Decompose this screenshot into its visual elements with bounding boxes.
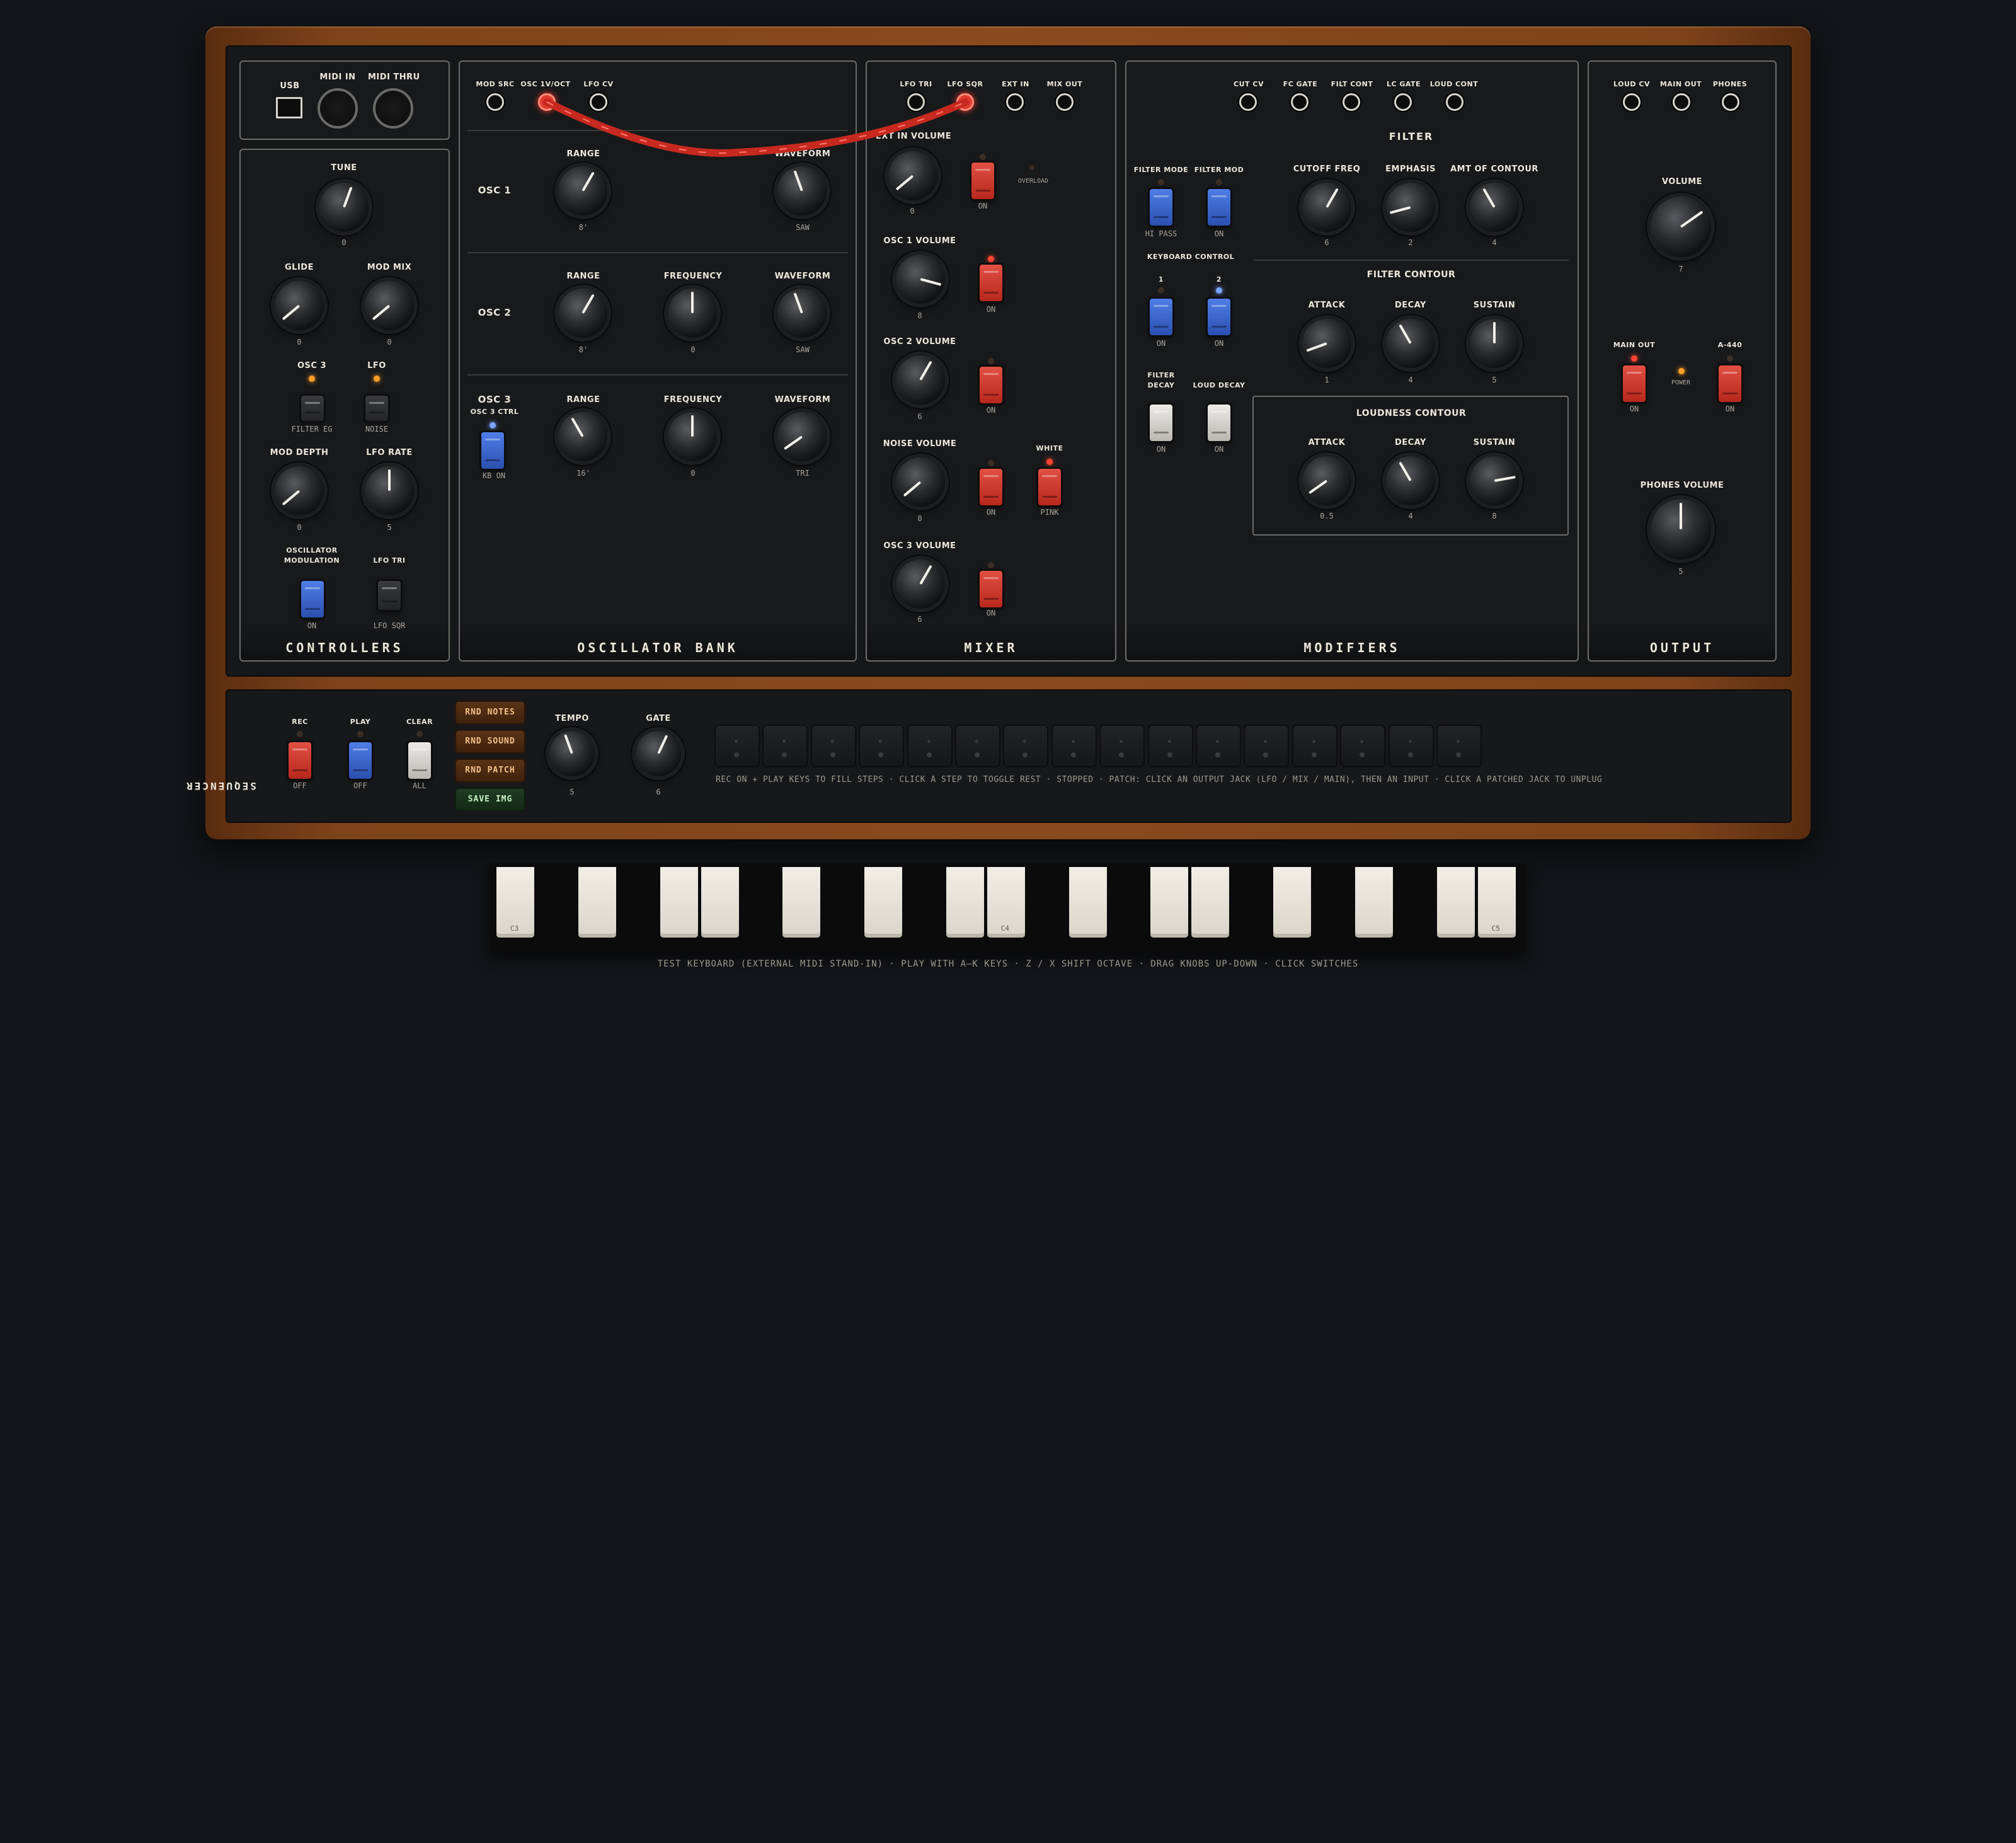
tempo-knob[interactable]	[549, 731, 595, 776]
play-label: PLAY	[350, 718, 371, 726]
clear-led	[416, 731, 423, 737]
white-key[interactable]	[1191, 867, 1230, 938]
sequencer-step[interactable]	[1341, 726, 1385, 766]
sequencer-step[interactable]	[860, 726, 903, 766]
sequencer-step[interactable]	[1197, 726, 1240, 766]
keyboard-hint: TEST KEYBOARD (EXTERNAL MIDI STAND-IN) ·…	[657, 959, 1359, 969]
black-key[interactable]	[742, 867, 780, 938]
clear-state: ALL	[413, 781, 427, 790]
sequencer-step[interactable]	[1389, 726, 1433, 766]
rnd-patch-button[interactable]: RND PATCH	[456, 760, 524, 781]
rec-label: REC	[292, 718, 308, 726]
white-key[interactable]: C5	[1477, 867, 1516, 938]
black-key[interactable]	[905, 867, 943, 938]
white-key[interactable]	[660, 867, 698, 938]
white-key[interactable]	[1150, 867, 1189, 938]
black-key[interactable]	[1314, 867, 1352, 938]
test-keyboard: C3 C4 C5	[489, 863, 1526, 951]
white-key[interactable]	[578, 867, 616, 938]
sequencer-hint: REC ON + PLAY KEYS TO FILL STEPS · CLICK…	[716, 775, 1603, 784]
black-key[interactable]	[1028, 867, 1066, 938]
white-key[interactable]	[1354, 867, 1393, 938]
tempo-label: TEMPO	[555, 714, 589, 723]
white-key[interactable]	[946, 867, 984, 938]
sequencer-step[interactable]	[1101, 726, 1144, 766]
white-key[interactable]	[782, 867, 821, 938]
sequencer-label: SEQUENCER	[185, 780, 256, 792]
white-key[interactable]	[701, 867, 739, 938]
white-key[interactable]	[1273, 867, 1312, 938]
tempo-value: 5	[570, 788, 575, 796]
white-key[interactable]: C3	[496, 867, 534, 938]
clear-label: CLEAR	[406, 718, 433, 726]
sequencer-step[interactable]	[1245, 726, 1288, 766]
sequencer-step[interactable]	[764, 726, 807, 766]
black-key[interactable]	[619, 867, 657, 938]
sequencer-step[interactable]	[1293, 726, 1336, 766]
octave-label: C4	[1000, 924, 1010, 933]
clear-switch[interactable]	[408, 742, 431, 779]
white-key[interactable]	[864, 867, 903, 938]
rec-state: OFF	[293, 781, 307, 790]
octave-label: C3	[510, 924, 519, 933]
gate-value: 6	[656, 788, 661, 796]
black-key[interactable]	[1109, 867, 1148, 938]
sequencer-step[interactable]	[956, 726, 999, 766]
save-img-button[interactable]: SAVE IMG	[456, 789, 524, 810]
sequencer-step[interactable]	[1438, 726, 1480, 766]
octave-label: C5	[1491, 924, 1500, 933]
white-key[interactable]: C4	[987, 867, 1025, 938]
play-switch[interactable]	[349, 742, 372, 779]
play-state: OFF	[353, 781, 367, 790]
sequencer-step[interactable]	[716, 726, 759, 766]
black-key[interactable]	[1232, 867, 1271, 938]
sequencer-step[interactable]	[908, 726, 951, 766]
rec-led	[297, 731, 303, 737]
gate-label: GATE	[646, 714, 671, 723]
sequencer-step[interactable]	[1148, 726, 1192, 766]
patch-cable[interactable]	[0, 0, 2016, 693]
play-led	[357, 731, 364, 737]
sequencer-step[interactable]	[1004, 726, 1048, 766]
rnd-sound-button[interactable]: RND SOUND	[456, 731, 524, 752]
black-key[interactable]	[537, 867, 575, 938]
white-key[interactable]	[1068, 867, 1107, 938]
sequencer-step[interactable]	[1052, 726, 1096, 766]
rnd-notes-button[interactable]: RND NOTES	[456, 702, 524, 723]
sequencer-step[interactable]	[811, 726, 855, 766]
gate-knob[interactable]	[636, 731, 681, 776]
black-key[interactable]	[823, 867, 862, 938]
black-key[interactable]	[1395, 867, 1434, 938]
rec-switch[interactable]	[289, 742, 311, 779]
white-key[interactable]	[1436, 867, 1475, 938]
